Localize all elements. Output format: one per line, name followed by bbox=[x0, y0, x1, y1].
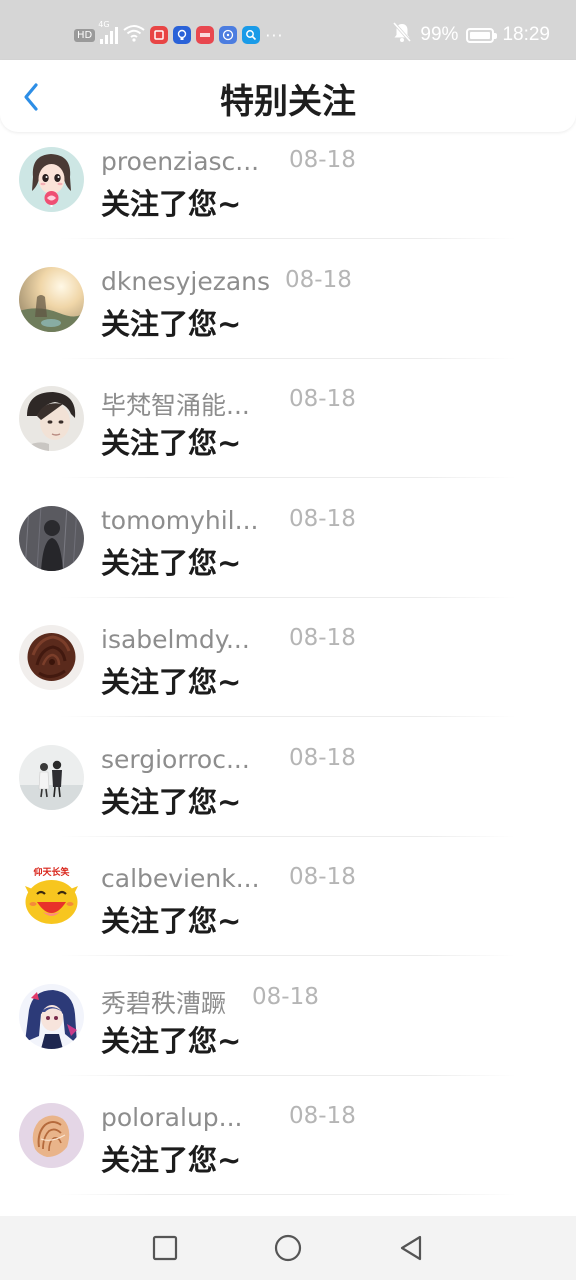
hd-badge-icon: HD bbox=[74, 28, 96, 42]
list-item[interactable]: 仰天长笑 calbevienk... 08-18 关注了您~ bbox=[0, 837, 576, 956]
divider bbox=[60, 477, 516, 478]
username: calbevienk... bbox=[101, 864, 260, 893]
navigation-bar bbox=[0, 1216, 576, 1280]
username: poloralup... bbox=[101, 1103, 243, 1132]
message-text: 关注了您~ bbox=[101, 187, 242, 221]
username: sergiorroc... bbox=[101, 745, 250, 774]
list-item[interactable]: proenziasc... 08-18 关注了您~ bbox=[0, 120, 576, 239]
couple-snow-avatar[interactable] bbox=[19, 745, 84, 810]
username: 毕梵智涌能... bbox=[101, 391, 250, 420]
girl-lollipop-avatar[interactable] bbox=[19, 147, 84, 212]
sunset-field-avatar[interactable] bbox=[19, 267, 84, 332]
message-text: 关注了您~ bbox=[101, 665, 242, 699]
recent-apps-button[interactable] bbox=[149, 1232, 181, 1264]
mute-bell-icon bbox=[392, 21, 412, 49]
back-nav-button[interactable] bbox=[395, 1232, 427, 1264]
battery-level bbox=[470, 31, 491, 39]
list-item[interactable]: tomomyhil... 08-18 关注了您~ bbox=[0, 479, 576, 598]
boy-portrait-avatar[interactable] bbox=[19, 386, 84, 451]
item-date: 08-18 bbox=[289, 625, 356, 651]
list-item[interactable]: 毕梵智涌能... 08-18 关注了您~ bbox=[0, 359, 576, 478]
home-icon bbox=[274, 1234, 302, 1262]
battery-percent: 99% bbox=[420, 24, 459, 45]
list-item[interactable]: sergiorroc... 08-18 关注了您~ bbox=[0, 718, 576, 837]
message-text: 关注了您~ bbox=[101, 1143, 242, 1177]
status-right-icons: 99% 18:29 bbox=[392, 20, 550, 50]
username: dknesyjezans bbox=[101, 267, 271, 296]
item-date: 08-18 bbox=[289, 506, 356, 532]
recent-apps-icon bbox=[152, 1235, 178, 1261]
divider bbox=[60, 955, 516, 956]
anime-girl-avatar[interactable] bbox=[19, 984, 84, 1049]
clock: 18:29 bbox=[502, 24, 550, 45]
search-app-icon bbox=[242, 26, 261, 44]
list-item[interactable]: dknesyjezans 08-18 关注了您~ bbox=[0, 240, 576, 359]
username: proenziasc... bbox=[101, 147, 260, 176]
chocolate-rose-avatar[interactable] bbox=[19, 625, 84, 690]
title-bar: 特别关注 bbox=[0, 60, 576, 132]
message-text: 关注了您~ bbox=[101, 904, 242, 938]
red-app-icon bbox=[196, 26, 215, 44]
message-text: 关注了您~ bbox=[101, 426, 242, 460]
seashell-avatar[interactable] bbox=[19, 1103, 84, 1168]
item-date: 08-18 bbox=[289, 386, 356, 412]
blue-app-icon bbox=[173, 26, 192, 44]
username: 秀碧秩漕蹶 bbox=[101, 989, 227, 1018]
message-text: 关注了您~ bbox=[101, 307, 242, 341]
item-date: 08-18 bbox=[289, 1103, 356, 1129]
status-bar: HD 4G ··· 99% 18:29 bbox=[0, 0, 576, 60]
network-type: 4G bbox=[98, 20, 110, 29]
home-button[interactable] bbox=[272, 1232, 304, 1264]
item-date: 08-18 bbox=[289, 864, 356, 890]
battery-icon bbox=[466, 27, 498, 43]
message-text: 关注了您~ bbox=[101, 546, 242, 580]
item-date: 08-18 bbox=[252, 984, 319, 1010]
message-text: 关注了您~ bbox=[101, 1024, 242, 1058]
back-triangle-icon bbox=[400, 1235, 422, 1261]
divider bbox=[60, 1194, 516, 1195]
list-item[interactable]: 秀碧秩漕蹶 08-18 关注了您~ bbox=[0, 957, 576, 1076]
screen: HD 4G ··· 99% 18:29 特别关注 proenziasc... 0… bbox=[0, 0, 576, 1280]
username: isabelmdy... bbox=[101, 625, 250, 654]
laughing-cartoon-avatar[interactable]: 仰天长笑 bbox=[19, 864, 84, 929]
item-date: 08-18 bbox=[285, 267, 352, 293]
item-date: 08-18 bbox=[289, 147, 356, 173]
divider bbox=[60, 716, 516, 717]
list-item[interactable]: poloralup... 08-18 关注了您~ bbox=[0, 1076, 576, 1195]
music-app-icon bbox=[219, 26, 238, 44]
rainy-figure-avatar[interactable] bbox=[19, 506, 84, 571]
signal-icon: 4G bbox=[98, 20, 119, 44]
status-left-icons: HD 4G ··· bbox=[74, 20, 284, 48]
page-title: 特别关注 bbox=[220, 82, 356, 122]
red-app-icon bbox=[150, 26, 169, 44]
list-item[interactable]: isabelmdy... 08-18 关注了您~ bbox=[0, 598, 576, 717]
username: tomomyhil... bbox=[101, 506, 259, 535]
divider bbox=[60, 238, 516, 239]
item-date: 08-18 bbox=[289, 745, 356, 771]
message-text: 关注了您~ bbox=[101, 785, 242, 819]
more-indicator: ··· bbox=[265, 25, 284, 45]
wifi-icon bbox=[123, 24, 145, 46]
cartoon-caption: 仰天长笑 bbox=[33, 866, 69, 878]
